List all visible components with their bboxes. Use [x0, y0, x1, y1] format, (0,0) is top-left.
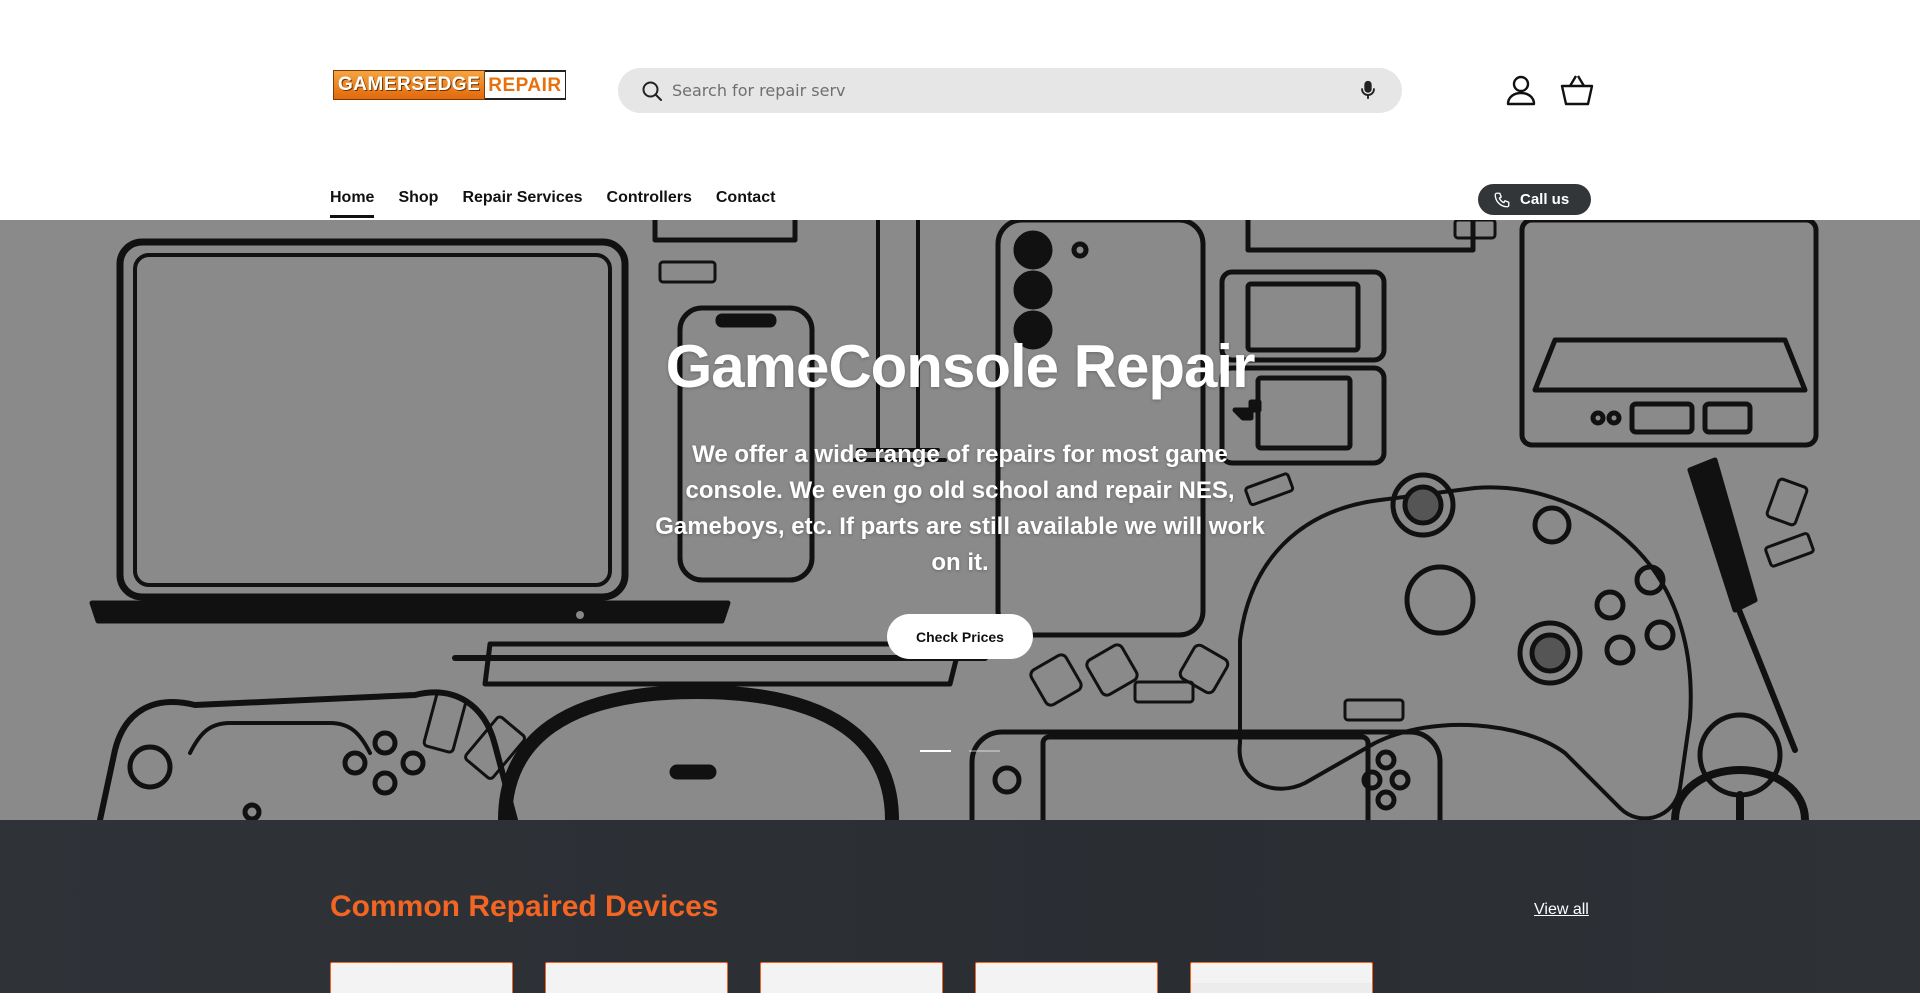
slide-dot-1[interactable] — [920, 750, 951, 752]
device-card[interactable] — [1190, 962, 1373, 993]
nav-item-shop[interactable]: Shop — [398, 186, 438, 218]
site-logo[interactable]: GAMERSEDGE REPAIR — [333, 70, 566, 100]
search-bar[interactable] — [618, 68, 1402, 113]
device-card[interactable] — [760, 962, 943, 993]
nav-item-repair-services[interactable]: Repair Services — [462, 186, 582, 218]
device-card-image — [1191, 983, 1372, 993]
slideshow-pagination — [920, 750, 1000, 754]
site-header: GAMERSEDGE REPAIR Home Shop Repair Servi… — [0, 0, 1920, 220]
logo-text-gamersedge: GAMERSEDGE — [333, 70, 486, 100]
slide-dot-2[interactable] — [969, 750, 1000, 752]
main-nav: Home Shop Repair Services Controllers Co… — [330, 186, 775, 218]
microphone-icon[interactable] — [1357, 79, 1379, 101]
hero-description: We offer a wide range of repairs for mos… — [655, 441, 1265, 576]
call-us-button[interactable]: Call us — [1478, 184, 1591, 215]
device-card[interactable] — [975, 962, 1158, 993]
phone-icon — [1494, 192, 1510, 207]
nav-item-home[interactable]: Home — [330, 186, 375, 218]
check-prices-button[interactable]: Check Prices — [887, 614, 1033, 659]
basket-icon[interactable] — [1559, 73, 1595, 107]
logo-text-repair: REPAIR — [485, 70, 566, 100]
nav-item-contact[interactable]: Contact — [716, 186, 776, 218]
section-title: Common Repaired Devices — [330, 890, 719, 923]
account-icon[interactable] — [1504, 73, 1538, 107]
hero-banner: GameConsole Repair We offer a wide range… — [0, 220, 1920, 820]
search-input[interactable] — [672, 68, 1322, 113]
common-repaired-devices-section: Common Repaired Devices View all — [0, 820, 1920, 993]
call-us-label: Call us — [1520, 191, 1570, 208]
nav-item-controllers[interactable]: Controllers — [607, 186, 692, 218]
device-card[interactable] — [545, 962, 728, 993]
search-icon[interactable] — [640, 79, 664, 103]
device-card-list — [330, 962, 1373, 993]
hero-title: GameConsole Repair — [665, 333, 1256, 400]
device-card[interactable] — [330, 962, 513, 993]
view-all-link[interactable]: View all — [1534, 901, 1589, 919]
